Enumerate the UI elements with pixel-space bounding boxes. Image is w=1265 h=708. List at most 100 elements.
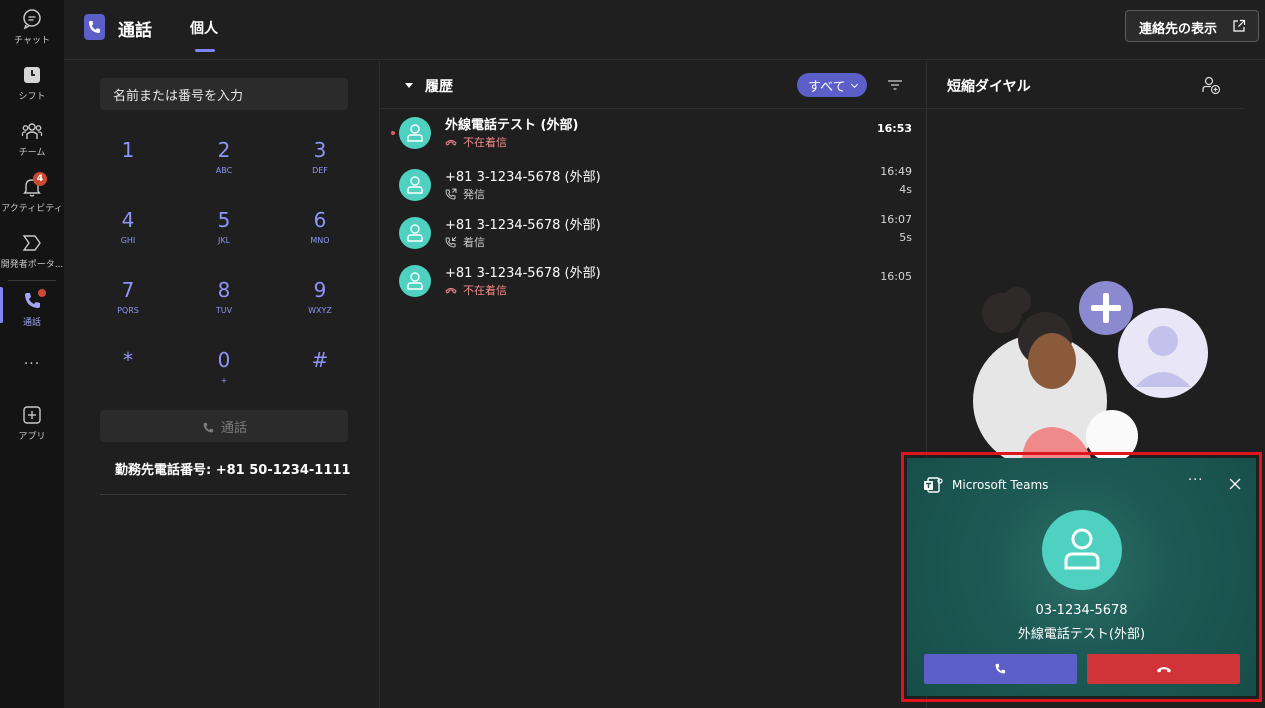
key-letters: GHI [120,236,136,245]
page-title: 通話 [118,21,152,41]
dial-key-6[interactable]: 6 MNO [280,208,360,245]
key-digit: 5 [217,208,231,232]
teams-window: チャット シフト チーム アクティビティ 4 開発者ポータ... 通話 ... [0,0,1265,708]
decline-call-button[interactable] [1087,654,1240,684]
history-row-name: +81 3-1234-5678 (外部) [445,218,601,233]
toast-more-button[interactable]: ··· [1188,473,1203,488]
external-link-icon [1233,19,1246,32]
hang-up-icon [1157,667,1171,673]
phone-icon [995,663,1006,674]
accept-call-button[interactable] [924,654,1077,684]
history-row-status-label: 着信 [463,236,485,249]
history-row-time: 16:05 [880,270,912,283]
call-button[interactable]: 通話 [100,410,348,442]
history-row[interactable]: +81 3-1234-5678 (外部) 着信 16:07 5s [381,210,927,258]
key-letters: TUV [215,306,233,315]
rail-item-label: アクティビティ [1,204,63,214]
app-rail: チャット シフト チーム アクティビティ 4 開発者ポータ... 通話 ... [0,0,64,708]
history-row[interactable]: 外線電話テスト (外部) 不在着信 16:53 [381,110,927,158]
phone-icon [203,422,214,433]
filter-value: すべて [808,80,846,95]
key-letters: PQRS [117,306,139,315]
dial-key-4[interactable]: 4 GHI [88,208,168,245]
rail-item-shifts[interactable]: シフト [0,64,64,102]
show-contacts-button[interactable]: 連絡先の表示 [1125,10,1259,42]
call-history-panel: 履歴 すべて 外線電話テスト (外部) 不在着信 16:53 +81 3-123… [381,61,927,708]
dial-key-hash[interactable]: # [280,348,360,376]
dial-key-9[interactable]: 9 WXYZ [280,278,360,315]
show-contacts-label: 連絡先の表示 [1139,22,1218,37]
rail-item-chat[interactable]: チャット [0,8,64,46]
key-digit: # [311,348,329,372]
speed-dial-illustration [973,281,1208,471]
key-letters: JKL [217,236,231,245]
history-row[interactable]: +81 3-1234-5678 (外部) 発信 16:49 4s [381,162,927,210]
history-row-status: 発信 [445,186,485,202]
caller-number: 03-1234-5678 [1035,603,1128,618]
rail-item-label: 開発者ポータ... [0,260,64,270]
activity-badge: 4 [33,172,47,186]
add-person-icon[interactable] [1201,75,1221,95]
dial-key-0[interactable]: 0 + [184,348,264,385]
rail-item-activity[interactable]: アクティビティ [0,176,64,214]
person-icon [1064,528,1100,570]
history-row-duration: 4s [899,183,912,196]
key-letters: WXYZ [308,306,332,315]
history-header: 履歴 すべて [381,61,927,109]
apps-icon [23,406,41,424]
rail-item-teams[interactable]: チーム [0,120,64,158]
incoming-call-icon [445,236,457,248]
person-icon [407,176,423,194]
rail-item-label: チャット [14,36,50,46]
key-digit: 9 [313,278,327,302]
collapse-caret-icon[interactable] [405,83,413,88]
dial-key-5[interactable]: 5 JKL [184,208,264,245]
rail-item-calls[interactable]: 通話 [0,290,64,328]
unread-dot [391,131,395,135]
key-digit: 8 [217,278,231,302]
key-digit: 7 [121,278,135,302]
dial-key-2[interactable]: 2 ABC [184,138,264,175]
rail-item-dev-portal[interactable]: 開発者ポータ... [0,232,64,270]
history-row-duration: 5s [899,231,912,244]
close-icon[interactable] [1229,478,1241,490]
avatar [399,169,431,201]
rail-item-more[interactable]: ... [0,352,64,368]
app-header: 通話 個人 連絡先の表示 [64,0,1265,60]
key-digit: 2 [217,138,231,162]
dial-key-8[interactable]: 8 TUV [184,278,264,315]
key-letters: MNO [310,236,330,245]
rail-item-label: 通話 [22,318,41,328]
dial-key-7[interactable]: 7 PQRS [88,278,168,315]
dial-key-1[interactable]: 1 [88,138,168,166]
tab-active-underline [195,49,215,52]
key-digit: 0 [217,348,231,372]
person-icon [407,124,423,142]
key-digit: 3 [313,138,327,162]
more-icon: ... [23,352,41,368]
key-digit: * [123,348,133,372]
history-filter-dropdown[interactable]: すべて [797,73,867,97]
history-row[interactable]: +81 3-1234-5678 (外部) 不在着信 16:05 [381,258,927,306]
key-digit: 4 [121,208,135,232]
missed-call-icon [445,140,457,146]
tab-personal[interactable]: 個人 [190,18,218,38]
call-button-label: 通話 [220,421,247,436]
dial-key-star[interactable]: * [88,348,168,376]
number-search-input[interactable]: 名前または番号を入力 [100,78,348,110]
history-row-status: 不在着信 [445,282,507,298]
teams-logo-icon [924,477,943,493]
key-letters: DEF [312,166,328,175]
filter-icon[interactable] [887,78,903,92]
rail-item-apps[interactable]: アプリ [0,404,64,442]
history-row-time: 16:07 [880,213,912,226]
history-row-status-label: 発信 [463,188,485,201]
history-row-name: +81 3-1234-5678 (外部) [445,170,601,185]
history-title: 履歴 [425,79,453,95]
incoming-call-toast: Microsoft Teams ··· 03-1234-5678 外線電話テスト… [907,458,1256,696]
rail-item-label: チーム [18,148,46,158]
history-row-time: 16:49 [880,165,912,178]
dial-key-3[interactable]: 3 DEF [280,138,360,175]
key-letters: ABC [215,166,233,175]
rail-item-label: アプリ [18,432,46,442]
